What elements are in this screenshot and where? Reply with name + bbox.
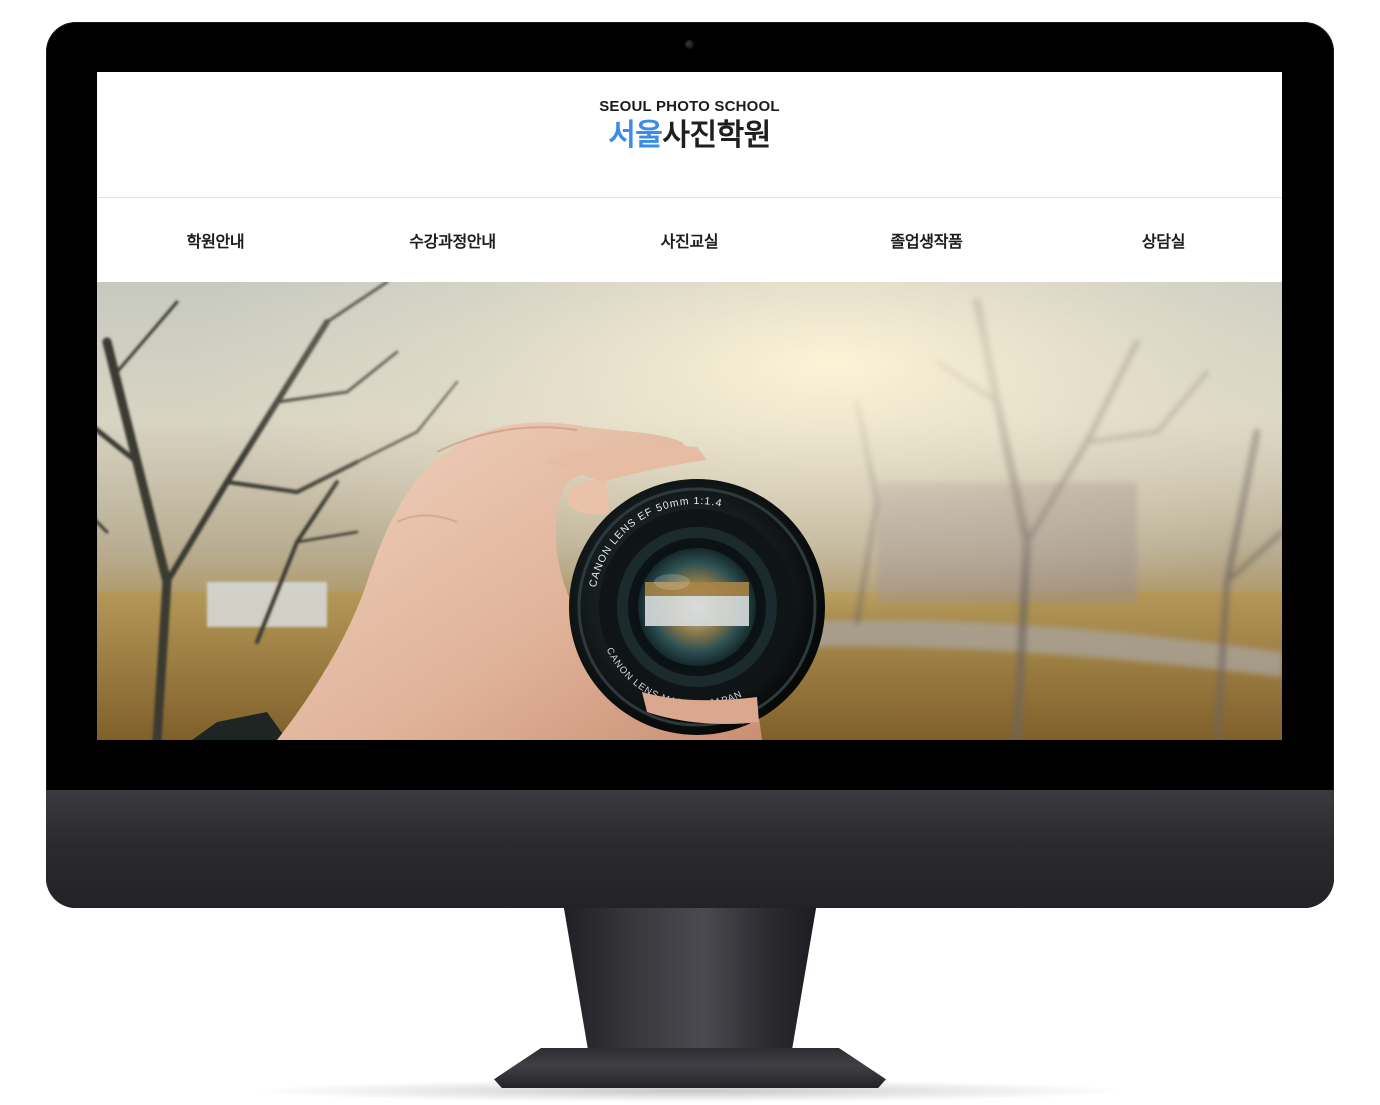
website-screen: SEOUL PHOTO SCHOOL 서울사진학원 학원안내 수강과정안내 사진… [97,72,1282,740]
monitor-stand-base [494,1048,886,1088]
logo-accent-text: 서울 [608,118,663,153]
logo-korean-text: 서울사진학원 [97,119,1282,153]
hero-photo-illustration: CANON LENS EF 50mm 1:1.4 CANON LENS MADE… [97,282,1282,740]
nav-item-consultation[interactable]: 상담실 [1045,198,1282,282]
monitor-frame: SEOUL PHOTO SCHOOL 서울사진학원 학원안내 수강과정안내 사진… [46,22,1334,908]
logo-rest-text: 사진학원 [662,118,771,153]
main-navigation: 학원안내 수강과정안내 사진교실 졸업생작품 상담실 [97,198,1282,282]
site-header: SEOUL PHOTO SCHOOL 서울사진학원 [97,72,1282,198]
hero-banner-image: CANON LENS EF 50mm 1:1.4 CANON LENS MADE… [97,282,1282,740]
webcam-icon [685,40,694,49]
site-logo[interactable]: SEOUL PHOTO SCHOOL 서울사진학원 [97,98,1282,153]
nav-item-course-info[interactable]: 수강과정안내 [334,198,571,282]
monitor-chin [46,790,1334,908]
nav-item-academy-info[interactable]: 학원안내 [97,198,334,282]
nav-item-photo-class[interactable]: 사진교실 [571,198,808,282]
logo-english-text: SEOUL PHOTO SCHOOL [599,98,780,115]
monitor-stand-neck [563,906,817,1058]
nav-item-graduate-works[interactable]: 졸업생작품 [808,198,1045,282]
